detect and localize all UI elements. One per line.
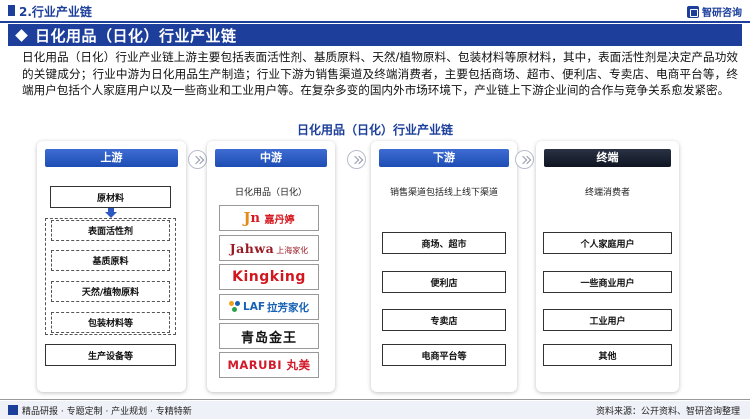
upstream-column: 上游 原材料 表面活性剂 基质原料 天然/植物原料 包装材料等 生产设备等 <box>37 141 186 392</box>
downstream-column: 下游 销售渠道包括线上线下渠道 商场、超市 便利店 专卖店 电商平台等 <box>371 141 517 392</box>
downstream-subtitle: 销售渠道包括线上线下渠道 <box>389 188 498 198</box>
flow-chevron-icon <box>188 150 207 169</box>
raw-material-item: 包装材料等 <box>51 312 170 333</box>
terminal-header: 终端 <box>544 149 671 167</box>
footer-divider <box>0 399 750 400</box>
terminal-item: 一些商业用户 <box>543 271 672 293</box>
top-divider <box>0 21 750 23</box>
intro-paragraph: 日化用品（日化）行业产业链上游主要包括表面活性剂、基质原料、天然/植物原料、包装… <box>22 50 738 97</box>
laf-flower-icon <box>229 301 241 313</box>
midstream-subtitle: 日化用品（日化） <box>234 188 307 198</box>
terminal-item: 其他 <box>543 344 672 366</box>
terminal-item: 工业用户 <box>543 309 672 331</box>
upstream-header: 上游 <box>45 149 178 167</box>
brand: 智研咨询 <box>687 4 742 19</box>
title-banner: 日化用品（日化）行业产业链 <box>8 24 742 46</box>
page-title: 日化用品（日化）行业产业链 <box>35 26 237 45</box>
logo-jiadanting-text: 嘉丹婷 <box>264 214 295 226</box>
footer-logo-icon <box>8 405 18 415</box>
company-logo-jiadanting: Jn 嘉丹婷 <box>219 205 319 231</box>
company-logo-qingdao-kingking: 青岛金王 <box>219 323 319 349</box>
downstream-header: 下游 <box>379 149 509 167</box>
section-title: 2.行业产业链 <box>19 5 92 19</box>
company-logo-lafang: LAF 拉芳家化 <box>219 294 319 320</box>
terminal-column: 终端 终端消费者 个人家庭用户 一些商业用户 工业用户 其他 <box>536 141 679 392</box>
jn-mark-icon: Jn <box>243 209 260 227</box>
flow-chevron-icon <box>347 150 366 169</box>
terminal-subtitle: 终端消费者 <box>584 188 630 198</box>
equipment-box: 生产设备等 <box>45 344 176 366</box>
midstream-header: 中游 <box>215 149 327 167</box>
company-logo-kingking: Kingking <box>219 264 319 290</box>
section-marker <box>8 5 15 16</box>
terminal-item: 个人家庭用户 <box>543 232 672 254</box>
brand-name: 智研咨询 <box>702 8 742 19</box>
flow-chevron-icon <box>515 150 534 169</box>
company-logo-marubi: MARUBI 丸美 <box>219 352 319 378</box>
raw-material-item: 天然/植物原料 <box>51 281 170 302</box>
logo-kingking: Kingking <box>232 269 306 285</box>
diagram-title: 日化用品（日化）行业产业链 <box>296 123 453 137</box>
logo-jiadanting: Jn 嘉丹婷 <box>244 210 295 226</box>
source-note: 资料来源：公开资料、智研咨询整理 <box>595 407 740 417</box>
channel-item: 商场、超市 <box>382 232 506 254</box>
logo-qingdao-text: 青岛金王 <box>240 330 297 346</box>
channel-item: 电商平台等 <box>382 344 506 366</box>
channel-item: 便利店 <box>382 271 506 293</box>
channel-item: 专卖店 <box>382 309 506 331</box>
raw-material-item: 表面活性剂 <box>51 220 170 241</box>
raw-material-item: 基质原料 <box>51 250 170 271</box>
brand-logo-icon <box>687 5 699 18</box>
footer: 精品研报 · 专题定制 · 产业规划 · 专精特新 资料来源：公开资料、智研咨询… <box>0 401 750 419</box>
company-logo-jahwa: Jahwa 上海家化 <box>219 235 319 261</box>
top-bar: 2.行业产业链 智研咨询 <box>0 0 750 22</box>
logo-marubi: MARUBI 丸美 <box>227 358 311 372</box>
diamond-icon <box>15 28 28 42</box>
raw-materials-box: 原材料 <box>50 186 171 208</box>
footer-tagline: 精品研报 · 专题定制 · 产业规划 · 专精特新 <box>22 407 192 417</box>
logo-jahwa: Jahwa 上海家化 <box>229 240 309 256</box>
logo-lafang: LAF 拉芳家化 <box>229 300 309 315</box>
